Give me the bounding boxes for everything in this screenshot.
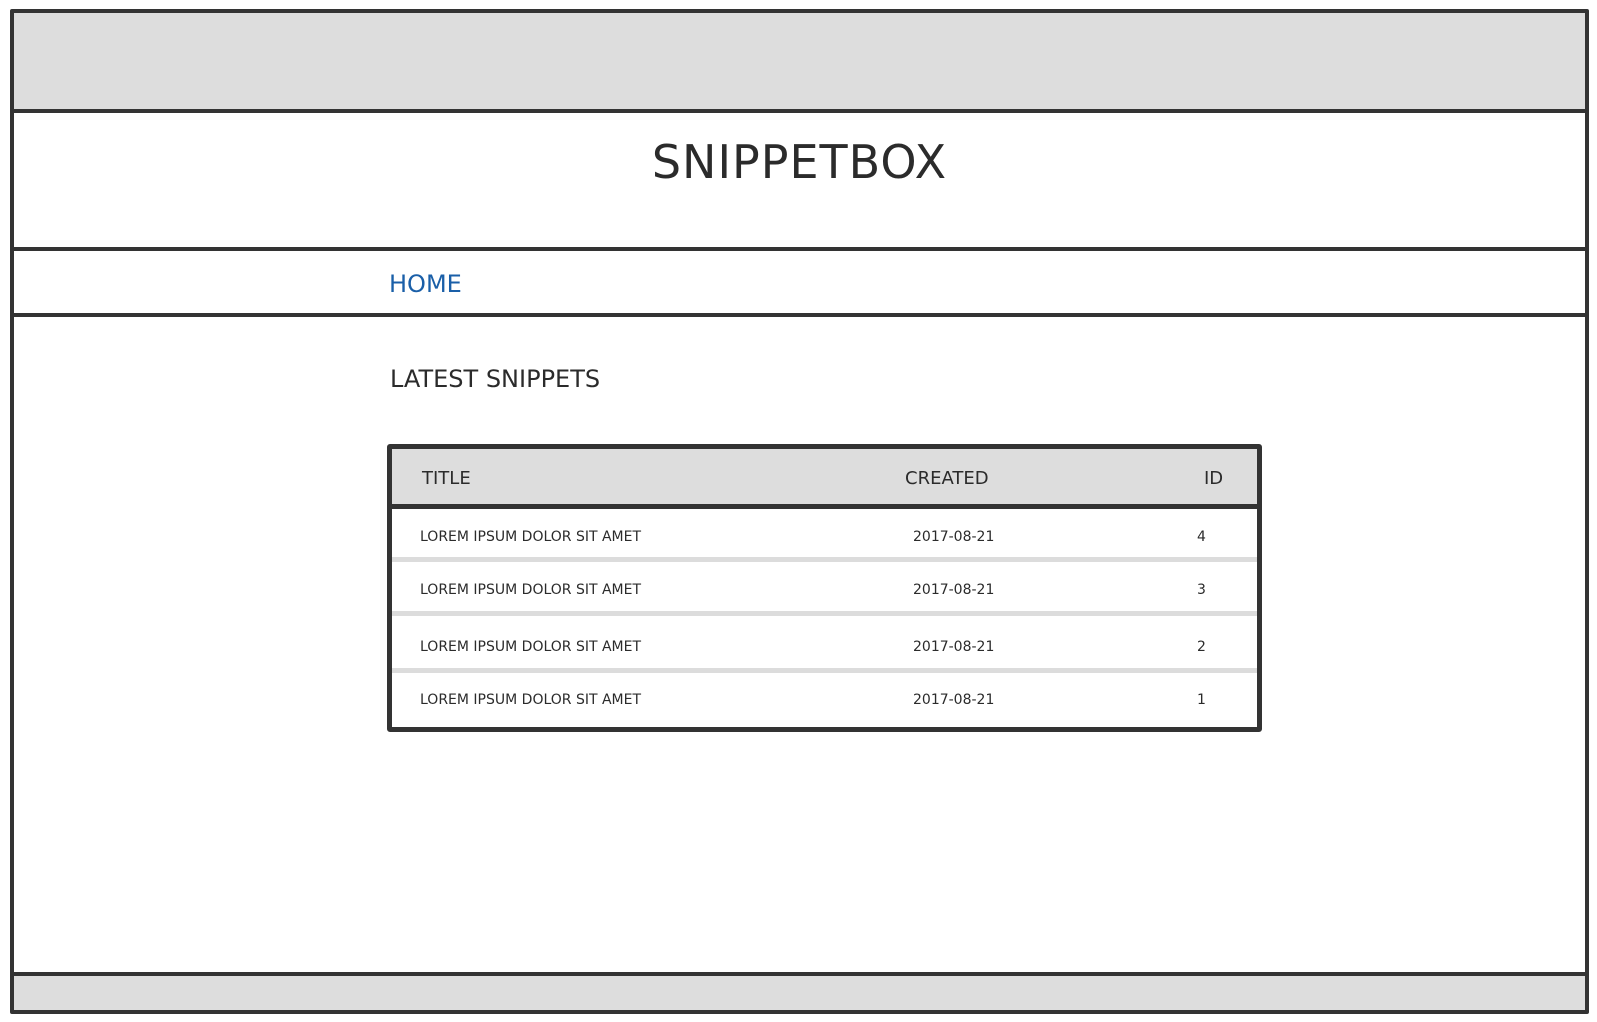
row-divider xyxy=(392,611,1257,616)
site-title[interactable]: SNIPPETBOX xyxy=(652,135,947,189)
table-header: TITLE CREATED ID xyxy=(392,449,1257,509)
column-header-created: CREATED xyxy=(905,468,989,489)
column-header-title: TITLE xyxy=(422,468,471,489)
table-row[interactable]: LOREM IPSUM DOLOR SIT AMET 2017-08-21 2 xyxy=(392,619,1257,671)
site-footer xyxy=(14,972,1585,1010)
snippet-id: 4 xyxy=(1197,529,1206,545)
snippet-id: 3 xyxy=(1197,582,1206,598)
table-row[interactable]: LOREM IPSUM DOLOR SIT AMET 2017-08-21 1 xyxy=(392,672,1257,724)
site-header: SNIPPETBOX xyxy=(14,113,1585,251)
snippets-table: TITLE CREATED ID LOREM IPSUM DOLOR SIT A… xyxy=(387,444,1262,732)
snippet-id: 1 xyxy=(1197,692,1206,708)
browser-frame: SNIPPETBOX HOME LATEST SNIPPETS TITLE CR… xyxy=(10,9,1589,1014)
snippet-title-link[interactable]: LOREM IPSUM DOLOR SIT AMET xyxy=(420,529,641,545)
snippet-id: 2 xyxy=(1197,639,1206,655)
nav-bar: HOME xyxy=(14,251,1585,317)
table-row[interactable]: LOREM IPSUM DOLOR SIT AMET 2017-08-21 4 xyxy=(392,509,1257,561)
snippet-created: 2017-08-21 xyxy=(913,639,995,655)
browser-top-bar xyxy=(14,13,1585,113)
snippet-created: 2017-08-21 xyxy=(913,529,995,545)
snippet-created: 2017-08-21 xyxy=(913,692,995,708)
section-heading: LATEST SNIPPETS xyxy=(390,365,601,393)
column-header-id: ID xyxy=(1204,468,1224,489)
snippet-title-link[interactable]: LOREM IPSUM DOLOR SIT AMET xyxy=(420,692,641,708)
snippet-title-link[interactable]: LOREM IPSUM DOLOR SIT AMET xyxy=(420,582,641,598)
nav-link-home[interactable]: HOME xyxy=(389,270,462,298)
table-row[interactable]: LOREM IPSUM DOLOR SIT AMET 2017-08-21 3 xyxy=(392,562,1257,614)
snippet-title-link[interactable]: LOREM IPSUM DOLOR SIT AMET xyxy=(420,639,641,655)
snippet-created: 2017-08-21 xyxy=(913,582,995,598)
